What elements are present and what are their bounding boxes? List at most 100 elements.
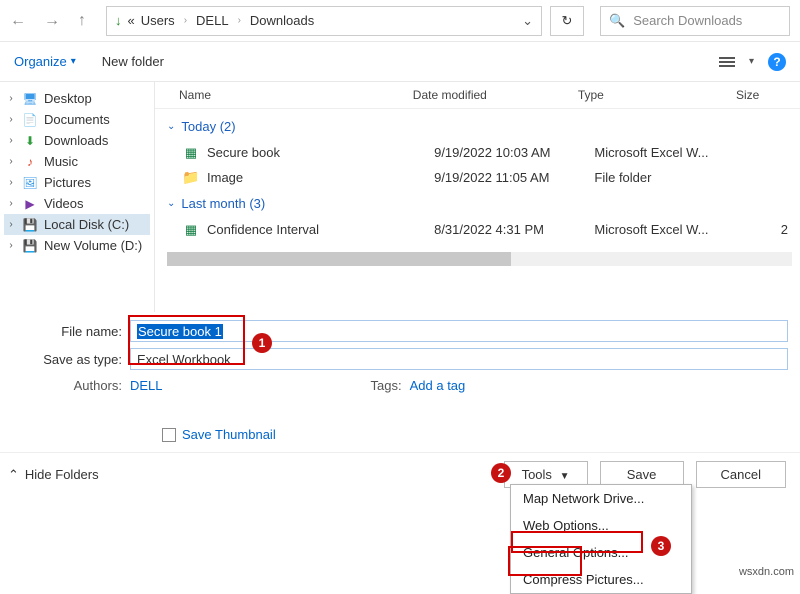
menu-web-options[interactable]: Web Options... [511,512,691,539]
group-label: Today (2) [181,119,235,134]
annotation-badge-2: 2 [491,463,511,483]
menu-compress-pictures[interactable]: Compress Pictures... [511,566,691,593]
hide-folders-button[interactable]: ⌃ Hide Folders [8,467,99,483]
tree-item-desktop[interactable]: ›🖥Desktop [4,88,150,109]
file-date: 9/19/2022 11:05 AM [434,170,594,185]
chevron-down-icon[interactable]: ⌄ [522,13,533,29]
pictures-icon: 🖼 [22,176,38,190]
tree-label: Documents [44,112,110,127]
horizontal-scrollbar[interactable] [167,252,792,266]
toolbar: Organize ▾ New folder ▾ ? [0,42,800,82]
caret-down-icon: ▼ [560,471,570,482]
col-type[interactable]: Type [578,88,736,102]
pin-icon: ↓ [115,13,122,28]
disk-icon: 💾 [22,239,38,253]
breadcrumb-path[interactable]: ↓ « Users › DELL › Downloads ⌄ [106,6,542,36]
file-list: Name Date modified Type Size ⌄Today (2) … [155,82,800,312]
view-options-button[interactable] [719,57,735,67]
tree-pane: ›🖥Desktop ›📄Documents ›⬇Downloads ›♪Musi… [0,82,155,312]
chevron-down-icon: ⌄ [167,198,175,209]
scrollbar-thumb[interactable] [167,252,511,266]
annotation-badge-1: 1 [252,333,272,353]
new-folder-button[interactable]: New folder [102,54,164,69]
file-type: Microsoft Excel W... [594,145,748,160]
save-type-label: Save as type: [12,352,130,367]
tree-label: Music [44,154,78,169]
chevron-down-icon[interactable]: ▾ [749,56,754,67]
chevron-up-icon: ⌃ [8,467,19,483]
disk-icon: 💾 [22,218,38,232]
tree-label: Videos [44,196,84,211]
file-row[interactable]: 📁 Image 9/19/2022 11:05 AM File folder [163,165,792,190]
nav-arrows: ← → ↑ [10,12,86,30]
file-date: 8/31/2022 4:31 PM [434,222,594,237]
tree-label: Downloads [44,133,108,148]
file-name-value: Secure book 1 [137,324,223,339]
file-row[interactable]: ▦ Confidence Interval 8/31/2022 4:31 PM … [163,217,792,242]
tree-item-pictures[interactable]: ›🖼Pictures [4,172,150,193]
chevron-down-icon: ▾ [71,56,76,67]
refresh-button[interactable]: ↻ [550,6,584,36]
tree-label: Pictures [44,175,91,190]
group-last-month[interactable]: ⌄ Last month (3) [163,190,792,217]
annotation-badge-3: 3 [651,536,671,556]
crumb-prefix: « [128,13,135,28]
authors-label: Authors: [62,378,122,393]
crumb-dell[interactable]: DELL [196,13,229,28]
videos-icon: ▶ [22,197,38,211]
save-thumbnail-checkbox[interactable] [162,428,176,442]
tree-label: Desktop [44,91,92,106]
file-type: Microsoft Excel W... [594,222,748,237]
file-name: Image [207,170,434,185]
crumb-users[interactable]: Users [141,13,175,28]
excel-icon: ▦ [183,146,199,160]
refresh-icon: ↻ [562,13,573,29]
authors-value[interactable]: DELL [130,378,163,393]
col-date[interactable]: Date modified [413,88,578,102]
file-row[interactable]: ▦ Secure book 9/19/2022 10:03 AM Microso… [163,140,792,165]
organize-label: Organize [14,54,67,69]
tree-item-music[interactable]: ›♪Music [4,151,150,172]
organize-button[interactable]: Organize ▾ [14,54,76,69]
crumb-downloads[interactable]: Downloads [250,13,314,28]
menu-map-network-drive[interactable]: Map Network Drive... [511,485,691,512]
tree-item-new-volume[interactable]: ›💾New Volume (D:) [4,235,150,256]
tree-item-local-disk[interactable]: ›💾Local Disk (C:) [4,214,150,235]
tree-item-documents[interactable]: ›📄Documents [4,109,150,130]
desktop-icon: 🖥 [22,92,38,106]
col-name[interactable]: Name [179,88,413,102]
help-icon[interactable]: ? [768,53,786,71]
column-headers: Name Date modified Type Size [155,82,800,109]
document-icon: 📄 [22,113,38,127]
save-form: File name: Secure book 1 Save as type: E… [0,312,800,452]
chevron-right-icon: › [184,15,187,26]
cancel-button[interactable]: Cancel [696,461,786,488]
folder-icon: 📁 [183,171,199,185]
tags-value[interactable]: Add a tag [410,378,466,393]
address-bar: ← → ↑ ↓ « Users › DELL › Downloads ⌄ ↻ 🔍… [0,0,800,42]
music-icon: ♪ [22,155,38,169]
group-label: Last month (3) [181,196,265,211]
file-name-input[interactable]: Secure book 1 [130,320,788,342]
tags-label: Tags: [371,378,402,393]
save-type-dropdown[interactable]: Excel Workbook [130,348,788,370]
save-type-value: Excel Workbook [137,352,231,367]
tree-item-downloads[interactable]: ›⬇Downloads [4,130,150,151]
tree-label: New Volume (D:) [44,238,142,253]
back-arrow-icon[interactable]: ← [10,12,26,30]
search-input[interactable]: 🔍 Search Downloads [600,6,790,36]
up-arrow-icon[interactable]: ↑ [78,12,86,30]
file-date: 9/19/2022 10:03 AM [434,145,594,160]
chevron-down-icon: ⌄ [167,121,175,132]
excel-icon: ▦ [183,223,199,237]
forward-arrow-icon[interactable]: → [44,12,60,30]
file-name-label: File name: [12,324,130,339]
download-icon: ⬇ [22,134,38,148]
save-thumbnail-label: Save Thumbnail [182,427,276,442]
tree-item-videos[interactable]: ›▶Videos [4,193,150,214]
search-placeholder: Search Downloads [633,13,742,28]
search-icon: 🔍 [609,13,625,29]
group-today[interactable]: ⌄ Today (2) [163,113,792,140]
col-size[interactable]: Size [736,88,776,102]
chevron-right-icon: › [238,15,241,26]
